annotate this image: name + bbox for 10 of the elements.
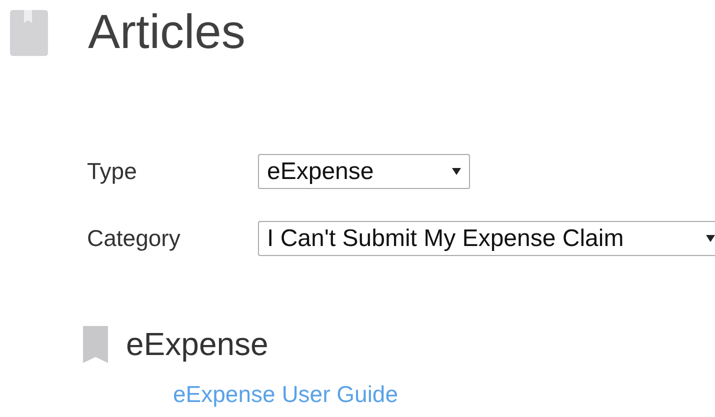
bookmark-icon: [83, 326, 108, 363]
field-label: Type: [87, 158, 138, 185]
dropdown-select[interactable]: eExpense: [258, 154, 470, 189]
page-title: Articles: [88, 10, 246, 56]
caret-icon: [452, 168, 461, 175]
section-heading: eExpense: [126, 326, 268, 363]
field-label: Category: [87, 225, 182, 252]
bookmark-icon: [10, 10, 48, 56]
dropdown-select[interactable]: I Can't Submit My Expense Claim: [258, 221, 715, 256]
caret-icon: [706, 235, 715, 242]
